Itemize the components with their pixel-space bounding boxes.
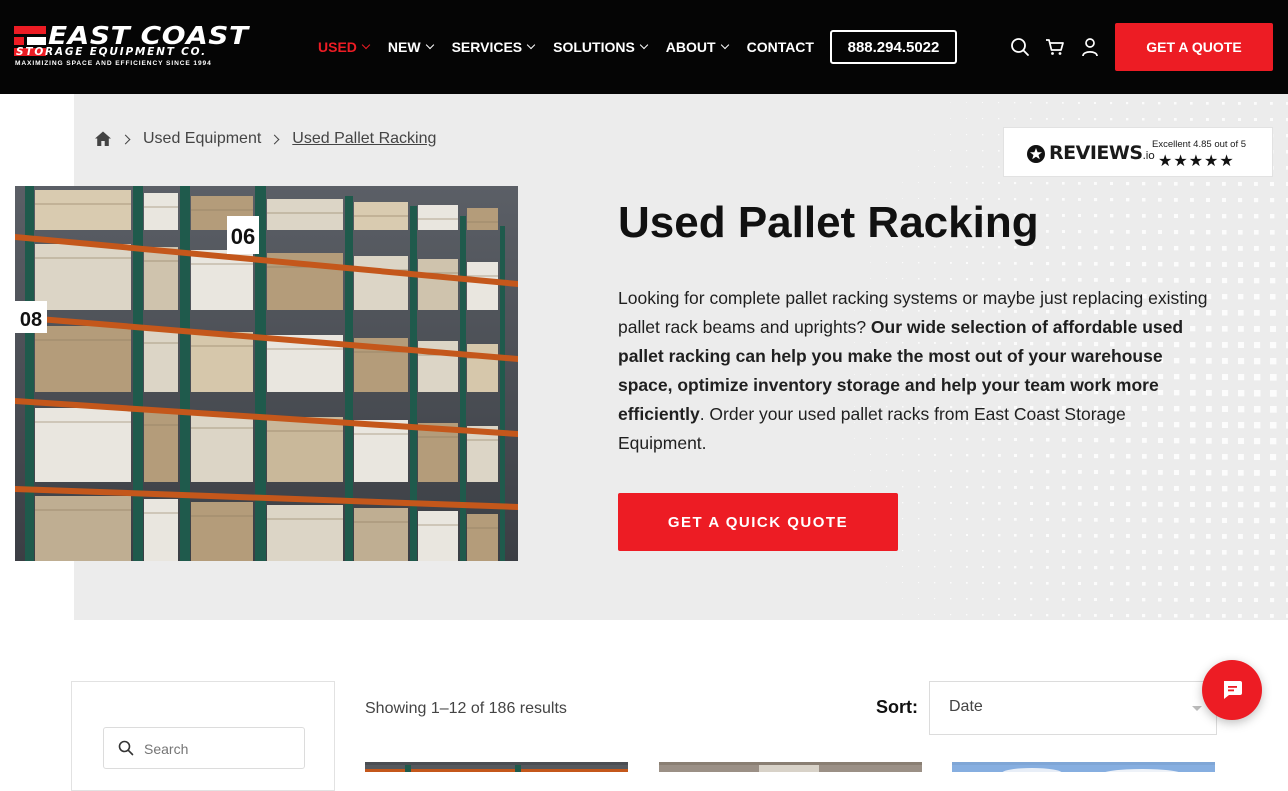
- reviews-summary: Excellent 4.85 out of 5: [1152, 139, 1247, 150]
- logo-line2: STORAGE EQUIPMENT CO.: [16, 46, 207, 58]
- nav-contact-label: CONTACT: [746, 39, 814, 55]
- sort-selected-value: Date: [949, 698, 983, 715]
- hero-description: Looking for complete pallet racking syst…: [618, 284, 1218, 458]
- chat-icon: [1224, 681, 1242, 699]
- breadcrumb-separator-icon: [269, 134, 280, 144]
- rack-label-08: 08: [20, 309, 42, 331]
- home-icon[interactable]: [94, 130, 112, 148]
- chevron-down-icon: [361, 40, 371, 50]
- breadcrumb: Used Equipment Used Pallet Racking: [94, 129, 436, 149]
- results-count: Showing 1–12 of 186 results: [365, 700, 567, 717]
- get-quick-quote-button[interactable]: GET A QUICK QUOTE: [618, 493, 898, 551]
- nav-solutions-label: SOLUTIONS: [553, 39, 635, 55]
- nav-solutions[interactable]: SOLUTIONS: [553, 39, 649, 55]
- warehouse-racking-illustration: 06 08: [15, 186, 518, 561]
- nav-used-label: USED: [318, 39, 357, 55]
- reviews-brand-name: REVIEWS: [1049, 142, 1143, 164]
- breadcrumb-separator-icon: [120, 134, 131, 144]
- nav-used[interactable]: USED: [318, 39, 371, 55]
- chevron-down-icon: [425, 40, 434, 50]
- product-thumbnail[interactable]: [952, 762, 1215, 772]
- reviews-stars: ★★★★★: [1158, 151, 1235, 170]
- product-search: [103, 727, 305, 769]
- reviews-brand-suffix: .io: [1142, 149, 1155, 162]
- chevron-down-icon: [639, 40, 649, 50]
- chevron-down-icon: [526, 40, 536, 50]
- cart-icon[interactable]: [1045, 37, 1065, 57]
- reviews-brand: REVIEWS.io: [1049, 142, 1155, 164]
- hero-warehouse-image: 06 08: [15, 186, 518, 561]
- nav-new[interactable]: NEW: [387, 39, 434, 55]
- nav-services[interactable]: SERVICES: [451, 39, 536, 55]
- chat-button[interactable]: [1202, 660, 1262, 720]
- sort-select[interactable]: Date: [929, 681, 1217, 735]
- rack-label-06: 06: [231, 224, 255, 249]
- account-icon[interactable]: [1080, 37, 1100, 57]
- phone-button[interactable]: 888.294.5022: [830, 30, 957, 64]
- logo-tagline: MAXIMIZING SPACE AND EFFICIENCY SINCE 19…: [15, 60, 212, 67]
- reviews-star-icon: [1027, 145, 1045, 163]
- nav-contact[interactable]: CONTACT: [747, 39, 814, 55]
- search-input[interactable]: [144, 738, 294, 760]
- shop-sidebar: [71, 681, 335, 791]
- search-icon[interactable]: [1010, 37, 1030, 57]
- get-a-quote-button[interactable]: GET A QUOTE: [1115, 23, 1273, 71]
- site-logo[interactable]: EAST COAST STORAGE EQUIPMENT CO. MAXIMIZ…: [14, 23, 248, 70]
- nav-services-label: SERVICES: [451, 39, 523, 55]
- breadcrumb-used-equipment[interactable]: Used Equipment: [143, 130, 261, 148]
- nav-about[interactable]: ABOUT: [665, 39, 729, 55]
- nav-about-label: ABOUT: [665, 39, 716, 55]
- site-header: EAST COAST STORAGE EQUIPMENT CO. MAXIMIZ…: [0, 0, 1288, 94]
- dropdown-arrow-icon: [1192, 706, 1202, 711]
- sort-label: Sort:: [876, 697, 918, 717]
- page-title: Used Pallet Racking: [618, 198, 1039, 247]
- breadcrumb-used-pallet-racking[interactable]: Used Pallet Racking: [292, 130, 436, 148]
- product-thumbnail[interactable]: [365, 762, 628, 772]
- search-icon: [118, 740, 134, 756]
- reviews-badge[interactable]: REVIEWS.io Excellent 4.85 out of 5 ★★★★★: [1003, 127, 1273, 177]
- nav-new-label: NEW: [387, 39, 421, 55]
- product-thumbnail[interactable]: [659, 762, 922, 772]
- main-nav: USED NEW SERVICES SOLUTIONS ABOUT CONTAC…: [318, 38, 833, 56]
- chevron-down-icon: [720, 40, 729, 50]
